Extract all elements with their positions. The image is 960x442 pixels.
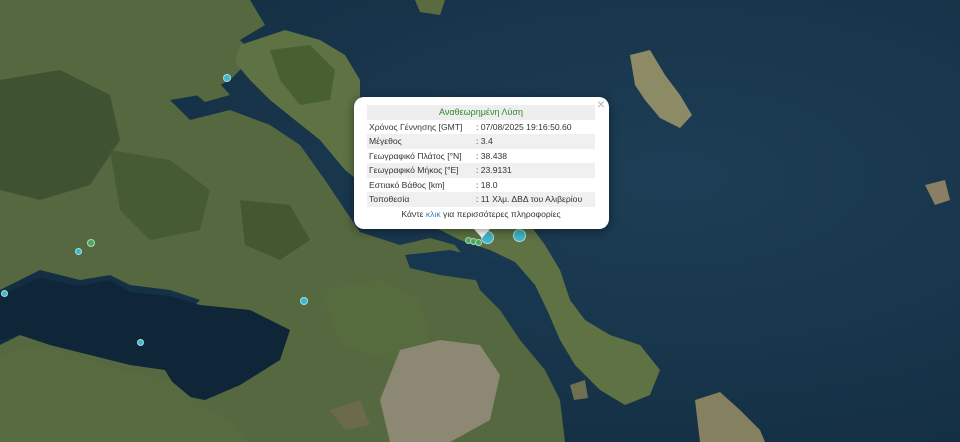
close-icon[interactable]: ×	[597, 97, 605, 111]
info-label-latitude: Γεωγραφικό Πλάτος [°N]	[369, 150, 462, 161]
earthquake-info-table: Αναθεωρημένη Λύση Χρόνος Γέννησης [GMT] …	[367, 105, 595, 221]
popup-tip	[473, 228, 491, 238]
more-info-suffix: για περισσότερες πληροφορίες	[440, 208, 561, 219]
info-value-longitude: : 23.9131	[474, 163, 595, 178]
info-label-magnitude: Μέγεθος	[367, 134, 474, 149]
info-value-latitude: : 38.438	[476, 150, 508, 161]
quake-marker-teal[interactable]	[513, 229, 526, 242]
info-label-origin-time: Χρόνος Γέννησης [GMT]	[369, 121, 463, 132]
more-info-link[interactable]: κλικ	[426, 209, 441, 219]
popup-title: Αναθεωρημένη Λύση	[367, 105, 595, 120]
info-value-depth: : 18.0	[476, 179, 498, 190]
earthquake-info-popup: × Αναθεωρημένη Λύση Χρόνος Γέννησης [GMT…	[354, 97, 609, 229]
more-info-line: Κάντε κλικ για περισσότερες πληροφορίες	[367, 207, 595, 222]
info-value-location: : 11 Χλμ. ΔΒΔ του Αλιβερίου	[474, 192, 595, 207]
quake-marker-teal[interactable]	[1, 290, 8, 297]
info-value-magnitude: : 3.4	[474, 134, 595, 149]
quake-marker-green[interactable]	[87, 239, 95, 247]
info-label-depth: Εστιακό Βάθος [km]	[369, 179, 445, 190]
map-view[interactable]: × Αναθεωρημένη Λύση Χρόνος Γέννησης [GMT…	[0, 0, 960, 442]
info-value-origin-time: : 07/08/2025 19:16:50.60	[476, 121, 572, 132]
quake-marker-teal[interactable]	[75, 248, 82, 255]
info-label-location: Τοποθεσία	[367, 192, 474, 207]
quake-marker-teal[interactable]	[223, 74, 231, 82]
quake-marker-teal[interactable]	[137, 339, 144, 346]
more-info-prefix: Κάντε	[401, 208, 426, 219]
info-label-longitude: Γεωγραφικό Μήκος [°E]	[367, 163, 474, 178]
quake-marker-teal[interactable]	[300, 297, 308, 305]
